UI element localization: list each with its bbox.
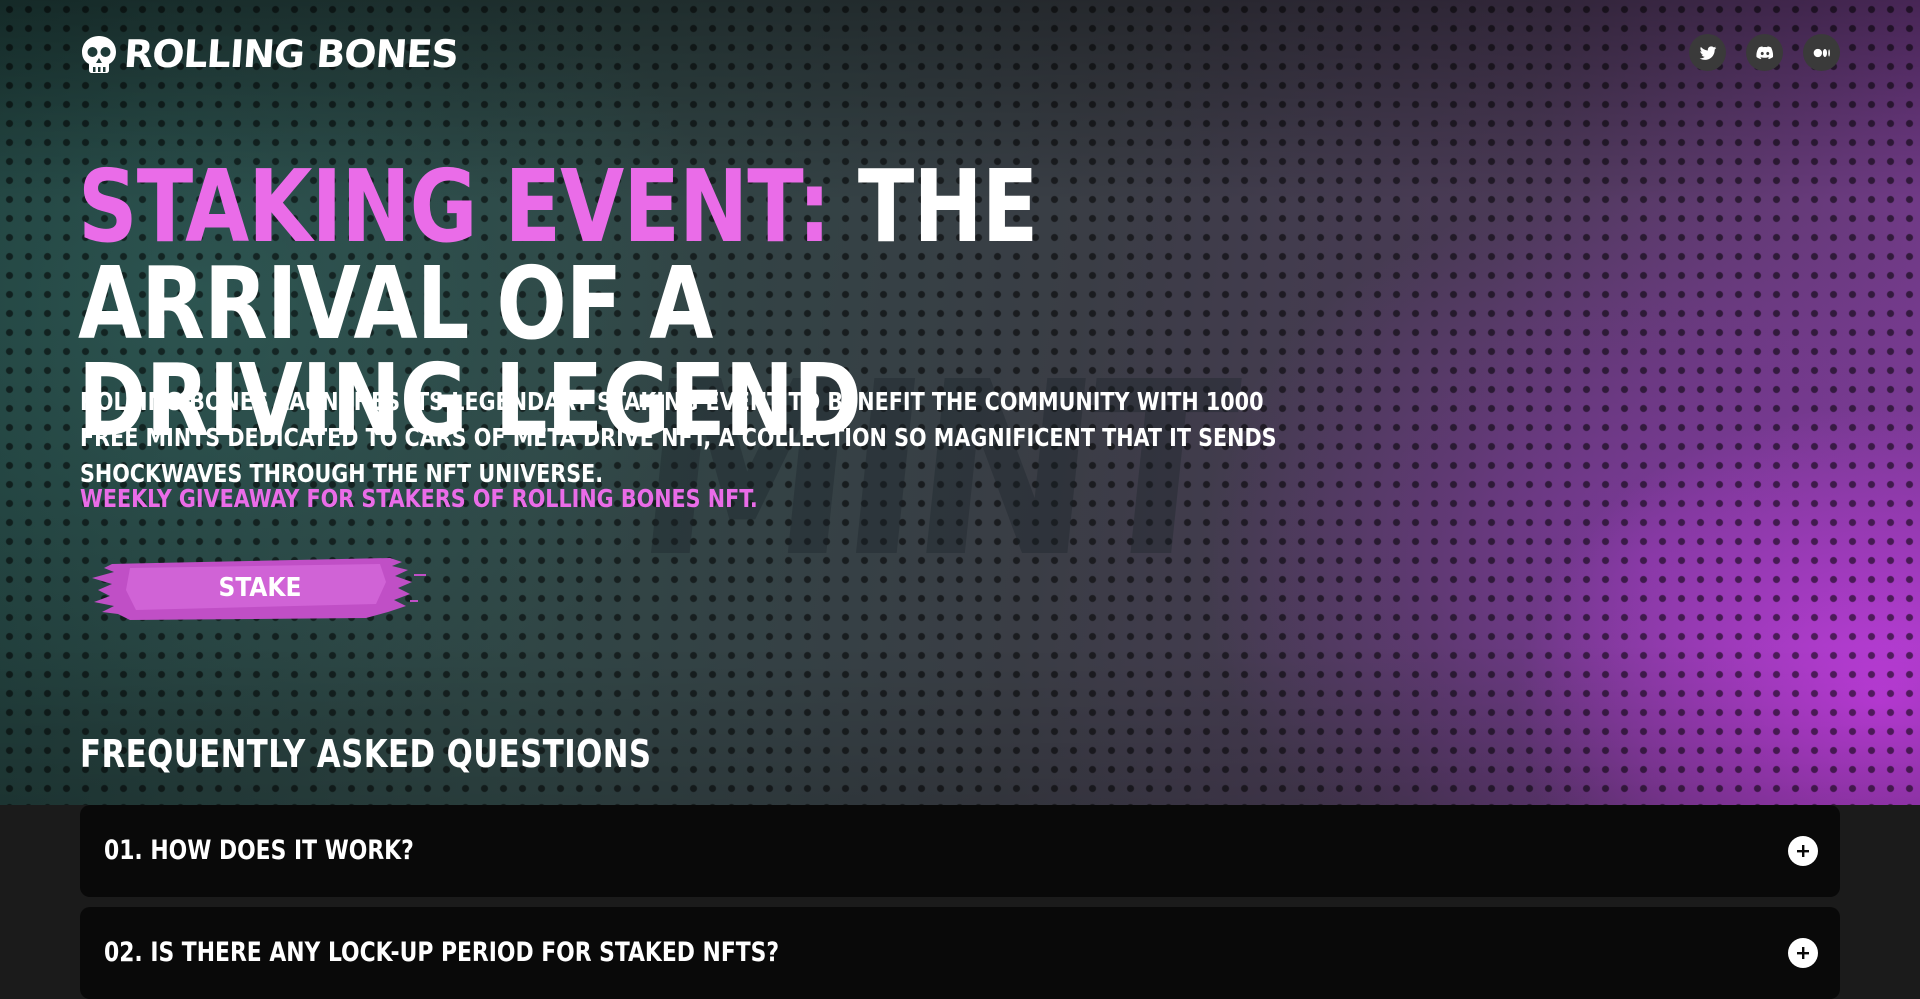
faq-item[interactable]: 01. HOW DOES IT WORK? [80, 805, 1840, 897]
faq-question: 02. IS THERE ANY LOCK-UP PERIOD FOR STAK… [104, 937, 780, 968]
stake-button-label: STAKE [218, 573, 302, 603]
skull-icon [82, 36, 116, 73]
faq-question: 01. HOW DOES IT WORK? [104, 835, 414, 866]
faq-heading: FREQUENTLY ASKED QUESTIONS [80, 732, 652, 776]
stake-button[interactable]: STAKE [90, 552, 430, 624]
discord-icon [1755, 45, 1773, 59]
faq-item[interactable]: 02. IS THERE ANY LOCK-UP PERIOD FOR STAK… [80, 907, 1840, 999]
twitter-icon [1699, 45, 1716, 60]
plus-icon[interactable] [1788, 836, 1818, 866]
social-links [1689, 34, 1840, 71]
twitter-link[interactable] [1689, 34, 1726, 71]
giveaway-text: WEEKLY GIVEAWAY FOR STAKERS OF ROLLING B… [80, 484, 758, 513]
medium-icon [1813, 48, 1830, 57]
hero-description: ROLLING BONES LAUNCHES ITS LEGENDARY STA… [80, 387, 1277, 488]
medium-link[interactable] [1803, 34, 1840, 71]
discord-link[interactable] [1746, 34, 1783, 71]
plus-icon[interactable] [1788, 938, 1818, 968]
brand-name: ROLLING BONES [122, 32, 460, 76]
brand-logo[interactable]: ROLLING BONES [80, 32, 460, 76]
